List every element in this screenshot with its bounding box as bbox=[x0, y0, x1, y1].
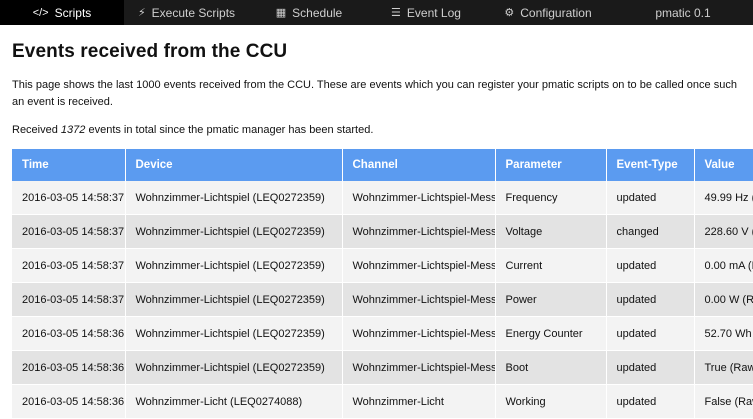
device-cell: Wohnzimmer-Lichtspiel (LEQ0272359) bbox=[125, 316, 343, 351]
header-channel[interactable]: Channel bbox=[342, 149, 496, 181]
nav-scripts-label: Scripts bbox=[54, 5, 92, 20]
gear-icon: ⚙ bbox=[504, 7, 515, 19]
device-cell: Wohnzimmer-Lichtspiel (LEQ0272359) bbox=[125, 181, 343, 215]
channel-cell: Wohnzimmer-Lichtspiel-Mess bbox=[342, 214, 496, 249]
parameter-cell: Working bbox=[495, 384, 607, 419]
time-cell: 2016-03-05 14:58:37 bbox=[12, 214, 126, 249]
nav-event-log-label: Event Log bbox=[406, 5, 461, 20]
event-type-cell: updated bbox=[606, 248, 695, 283]
event-count-value: 1372 bbox=[60, 124, 86, 136]
parameter-cell: Voltage bbox=[495, 214, 607, 249]
value-cell: 228.60 V (R bbox=[694, 214, 753, 249]
header-time[interactable]: Time bbox=[12, 149, 126, 181]
nav-execute-scripts-label: Execute Scripts bbox=[151, 5, 236, 20]
time-cell: 2016-03-05 14:58:37 bbox=[12, 248, 126, 283]
nav-schedule-label: Schedule bbox=[292, 5, 343, 20]
nav-brand[interactable]: pmatic 0.1 bbox=[613, 0, 753, 25]
event-type-cell: updated bbox=[606, 282, 695, 317]
parameter-cell: Power bbox=[495, 282, 607, 317]
channel-cell: Wohnzimmer-Lichtspiel-Mess bbox=[342, 350, 496, 385]
table-row: 2016-03-05 14:58:36 Wohnzimmer-Licht (LEQ… bbox=[12, 384, 753, 419]
device-cell: Wohnzimmer-Lichtspiel (LEQ0272359) bbox=[125, 214, 343, 249]
device-cell: Wohnzimmer-Lichtspiel (LEQ0272359) bbox=[125, 350, 343, 385]
value-cell: 0.00 mA (Ra bbox=[694, 248, 753, 283]
channel-cell: Wohnzimmer-Licht bbox=[342, 384, 496, 419]
header-event-type[interactable]: Event-Type bbox=[606, 149, 695, 181]
brand-label: pmatic 0.1 bbox=[655, 5, 711, 20]
table-row: 2016-03-05 14:58:36 Wohnzimmer-Lichtspiel… bbox=[12, 316, 753, 351]
time-cell: 2016-03-05 14:58:36 bbox=[12, 384, 126, 419]
value-cell: False (Raw bbox=[694, 384, 753, 419]
header-value[interactable]: Value bbox=[694, 149, 753, 181]
channel-cell: Wohnzimmer-Lichtspiel-Mess bbox=[342, 316, 496, 351]
parameter-cell: Current bbox=[495, 248, 607, 283]
count-prefix: Received bbox=[12, 124, 61, 136]
device-cell: Wohnzimmer-Licht (LEQ0274088) bbox=[125, 384, 343, 419]
value-cell: 0.00 W (Ra bbox=[694, 282, 753, 317]
page-description: This page shows the last 1000 events rec… bbox=[12, 79, 737, 108]
parameter-cell: Frequency bbox=[495, 181, 607, 215]
nav-event-log[interactable]: ☰ Event Log bbox=[369, 0, 483, 25]
time-cell: 2016-03-05 14:58:37 bbox=[12, 181, 126, 215]
header-parameter[interactable]: Parameter bbox=[495, 149, 607, 181]
time-cell: 2016-03-05 14:58:36 bbox=[12, 316, 126, 351]
calendar-icon: ▦ bbox=[275, 7, 287, 19]
nav-execute-scripts[interactable]: ⚡ Execute Scripts bbox=[124, 0, 249, 25]
top-nav: </> Scripts ⚡ Execute Scripts ▦ Schedule… bbox=[0, 0, 753, 25]
count-suffix: events in total since the pmatic manager… bbox=[85, 124, 374, 136]
bolt-icon: ⚡ bbox=[137, 7, 146, 19]
event-type-cell: changed bbox=[606, 214, 695, 249]
device-cell: Wohnzimmer-Lichtspiel (LEQ0272359) bbox=[125, 248, 343, 283]
value-cell: True (Raw bbox=[694, 350, 753, 385]
table-header-row: Time Device Channel Parameter Event-Type… bbox=[12, 149, 753, 181]
time-cell: 2016-03-05 14:58:36 bbox=[12, 350, 126, 385]
device-cell: Wohnzimmer-Lichtspiel (LEQ0272359) bbox=[125, 282, 343, 317]
event-type-cell: updated bbox=[606, 181, 695, 215]
events-table: Time Device Channel Parameter Event-Type… bbox=[12, 149, 753, 419]
table-row: 2016-03-05 14:58:37 Wohnzimmer-Lichtspiel… bbox=[12, 214, 753, 249]
list-icon: ☰ bbox=[391, 7, 401, 19]
event-count-text: Received 1372 events in total since the … bbox=[12, 122, 741, 139]
channel-cell: Wohnzimmer-Lichtspiel-Mess bbox=[342, 282, 496, 317]
channel-cell: Wohnzimmer-Lichtspiel-Mess bbox=[342, 248, 496, 283]
event-type-cell: updated bbox=[606, 316, 695, 351]
table-row: 2016-03-05 14:58:36 Wohnzimmer-Lichtspiel… bbox=[12, 350, 753, 385]
event-type-cell: updated bbox=[606, 384, 695, 419]
value-cell: 49.99 Hz (R bbox=[694, 181, 753, 215]
parameter-cell: Boot bbox=[495, 350, 607, 385]
table-row: 2016-03-05 14:58:37 Wohnzimmer-Lichtspiel… bbox=[12, 282, 753, 317]
channel-cell: Wohnzimmer-Lichtspiel-Mess bbox=[342, 181, 496, 215]
value-cell: 52.70 Wh ( bbox=[694, 316, 753, 351]
table-row: 2016-03-05 14:58:37 Wohnzimmer-Lichtspiel… bbox=[12, 181, 753, 215]
nav-scripts[interactable]: </> Scripts bbox=[0, 0, 124, 25]
table-row: 2016-03-05 14:58:37 Wohnzimmer-Lichtspiel… bbox=[12, 248, 753, 283]
time-cell: 2016-03-05 14:58:37 bbox=[12, 282, 126, 317]
nav-configuration-label: Configuration bbox=[520, 5, 592, 20]
page-title: Events received from the CCU bbox=[12, 41, 288, 62]
nav-schedule[interactable]: ▦ Schedule bbox=[249, 0, 369, 25]
parameter-cell: Energy Counter bbox=[495, 316, 607, 351]
event-type-cell: updated bbox=[606, 350, 695, 385]
code-icon: </> bbox=[32, 6, 49, 19]
table-body: 2016-03-05 14:58:37 Wohnzimmer-Lichtspiel… bbox=[12, 181, 753, 419]
nav-configuration[interactable]: ⚙ Configuration bbox=[483, 0, 613, 25]
main-content: Events received from the CCU This page s… bbox=[0, 41, 753, 419]
header-device[interactable]: Device bbox=[125, 149, 343, 181]
